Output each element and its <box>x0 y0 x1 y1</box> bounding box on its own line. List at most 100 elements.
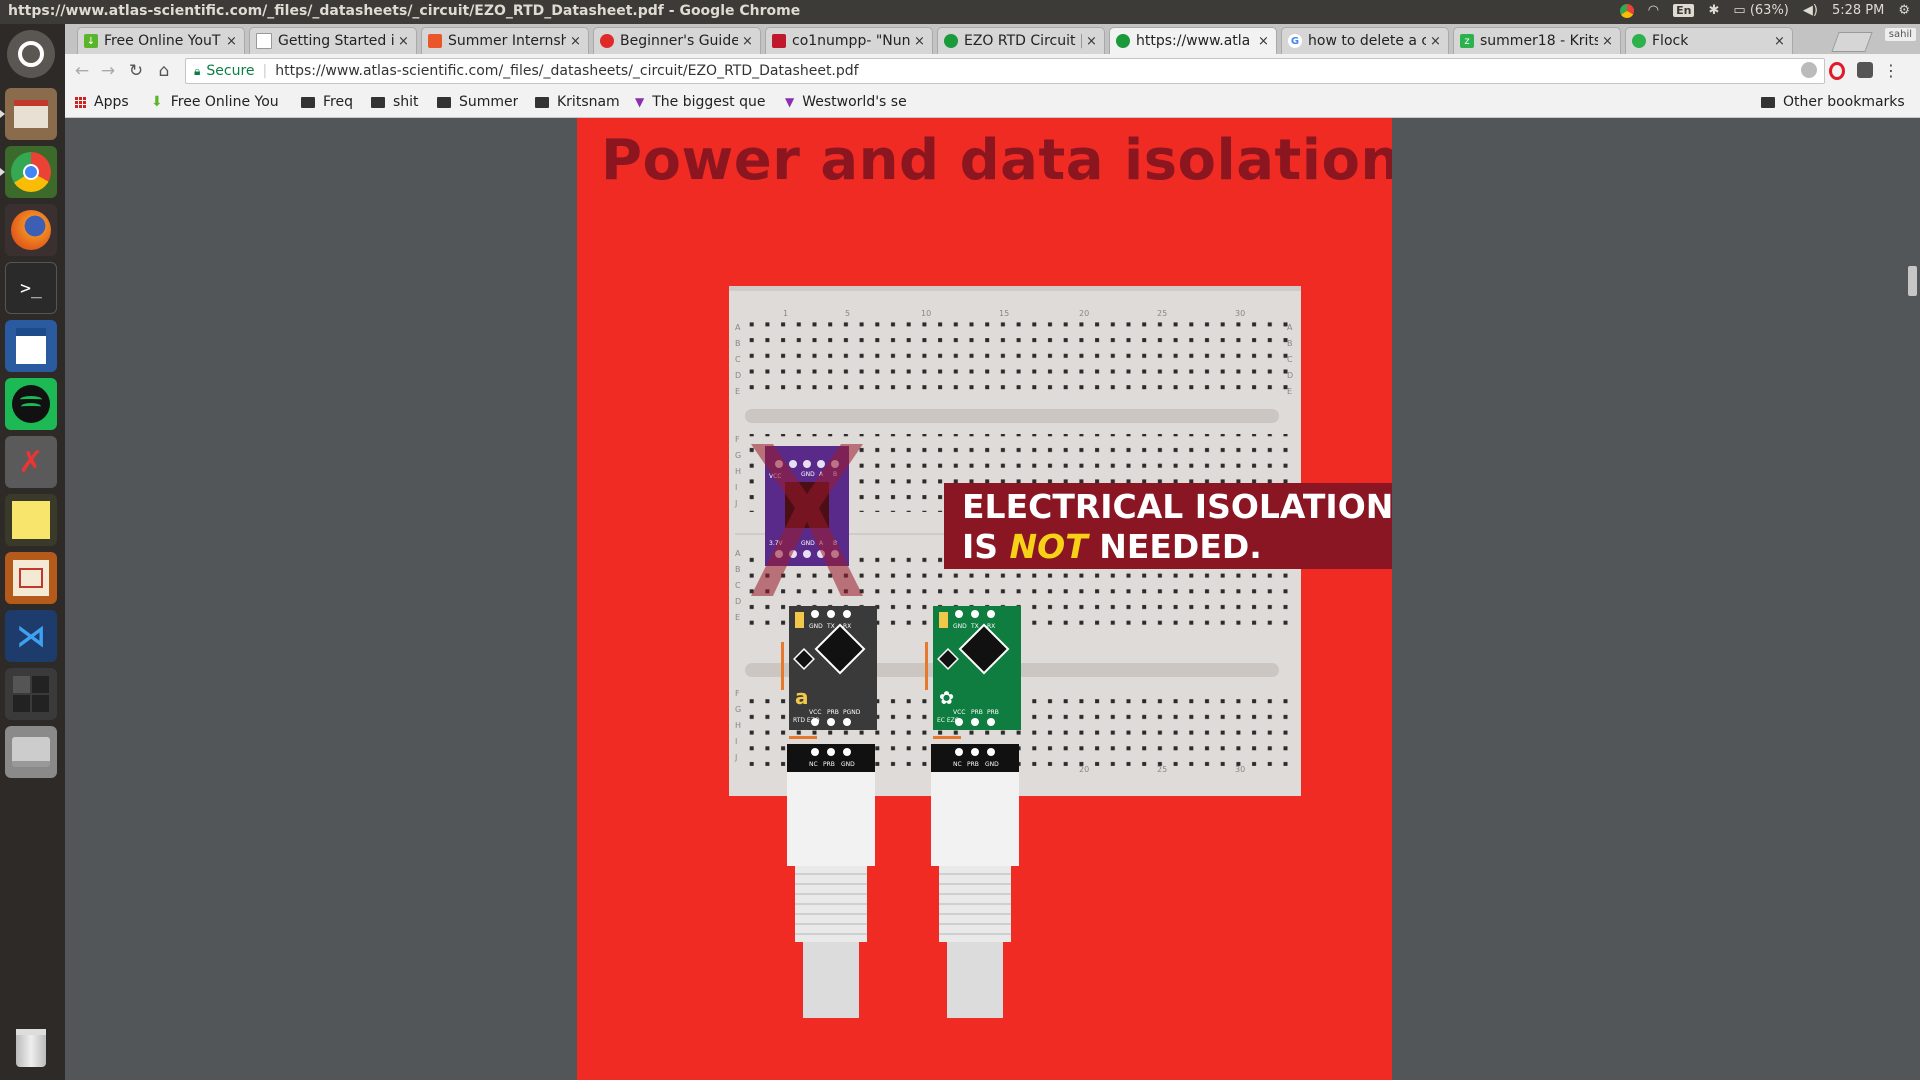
col-label: 25 <box>1157 309 1167 318</box>
tab-datasheet-pdf[interactable]: https://www.atla × <box>1109 27 1277 54</box>
bookmark-apps[interactable]: Apps <box>75 94 129 110</box>
keyboard-layout-indicator[interactable]: En <box>1673 4 1695 17</box>
tab-close-icon[interactable]: × <box>742 34 754 49</box>
launcher-firefox[interactable] <box>5 204 57 256</box>
pocket-extension-icon[interactable] <box>1857 62 1873 78</box>
bnc-pin-label: GND <box>985 761 999 768</box>
shield-extension-icon[interactable] <box>1801 62 1817 78</box>
scrollbar-thumb[interactable] <box>1908 266 1917 296</box>
vscode-icon: ⋊ <box>16 618 46 654</box>
row-label: I <box>735 737 737 746</box>
tab-ezo-rtd-circuit[interactable]: EZO RTD Circuit | × <box>937 27 1105 54</box>
clock[interactable]: 5:28 PM <box>1832 3 1884 18</box>
forward-arrow-icon[interactable]: → <box>97 60 119 82</box>
battery-indicator[interactable]: ▭ (63%) <box>1733 3 1788 18</box>
tab-title: Beginner's Guide <box>620 33 738 49</box>
tab-how-to-delete[interactable]: G how to delete a c × <box>1281 27 1449 54</box>
isolator-pin-label: GND <box>801 471 815 478</box>
ec-logo-icon: ✿ <box>939 688 954 709</box>
tab-summer-internship[interactable]: Summer Internsh × <box>421 27 589 54</box>
pdf-page: Power and data isolation 1 5 10 15 20 25… <box>577 118 1392 1080</box>
row-label: E <box>1287 387 1292 396</box>
bookmark-free-online-you[interactable]: ⬇ Free Online You <box>151 94 281 110</box>
settings-gear-icon[interactable]: ⚙ <box>1898 3 1910 18</box>
tab-close-icon[interactable]: × <box>570 34 582 49</box>
back-arrow-icon[interactable]: ← <box>71 60 93 82</box>
row-label: J <box>734 753 737 762</box>
pdf-viewer[interactable]: Power and data isolation 1 5 10 15 20 25… <box>65 118 1920 1080</box>
reload-icon[interactable]: ↻ <box>125 60 147 82</box>
launcher-terminal[interactable]: >_ <box>5 262 57 314</box>
launcher-sticky-notes[interactable] <box>5 494 57 546</box>
spotify-icon <box>12 385 50 423</box>
bookmark-westworld[interactable]: ▼ Westworld's se <box>785 94 935 110</box>
launcher-writer[interactable] <box>5 320 57 372</box>
bookmark-folder-kritsnam[interactable]: Kritsnam <box>535 94 620 110</box>
launcher-drive[interactable] <box>5 726 57 778</box>
bookmark-other-bookmarks[interactable]: Other bookmarks <box>1761 94 1905 110</box>
launcher-files[interactable] <box>0 88 57 140</box>
bookmark-label: Summer <box>459 94 519 110</box>
launcher-settings[interactable]: ✗ <box>5 436 57 488</box>
tab-title: Flock <box>1652 33 1689 49</box>
tab-beginners-guide[interactable]: Beginner's Guide × <box>593 27 761 54</box>
callout-needed: NEEDED. <box>1087 527 1262 566</box>
address-bar[interactable]: 🔒︎ Secure | https://www.atlas-scientific… <box>185 58 1825 84</box>
vertical-scrollbar[interactable] <box>1904 118 1920 1080</box>
col-label: 10 <box>921 309 931 318</box>
launcher-workspaces[interactable] <box>5 668 57 720</box>
chrome-indicator-icon[interactable] <box>1619 3 1634 18</box>
col-label: 30 <box>1235 309 1245 318</box>
tab-summer18-krits[interactable]: z summer18 - Krits × <box>1453 27 1621 54</box>
launcher-circuit-app[interactable] <box>5 552 57 604</box>
bookmark-label: Free Online You <box>170 94 279 110</box>
volume-icon[interactable]: ◀) <box>1803 3 1818 18</box>
bookmark-label: Kritsnam <box>557 94 620 110</box>
row-label: D <box>735 371 741 380</box>
row-label: E <box>735 613 740 622</box>
firefox-icon <box>11 210 51 250</box>
launcher-spotify[interactable] <box>5 378 57 430</box>
tab-getting-started[interactable]: Getting Started i × <box>249 27 417 54</box>
home-icon[interactable]: ⌂ <box>153 60 175 82</box>
lock-icon: 🔒︎ <box>194 63 201 78</box>
bluetooth-icon[interactable]: ✱ <box>1708 3 1719 18</box>
bookmark-folder-summer[interactable]: Summer <box>437 94 518 110</box>
bookmark-folder-freq[interactable]: Freq <box>301 94 353 110</box>
browser-chrome: ↓ Free Online YouT × Getting Started i ×… <box>65 24 1920 118</box>
profile-button[interactable]: sahil <box>1884 28 1916 41</box>
launcher-chrome[interactable] <box>0 146 57 198</box>
row-label: D <box>735 597 741 606</box>
bookmark-biggest-question[interactable]: ▼ The biggest que <box>635 94 775 110</box>
launcher-vscode[interactable]: ⋊ <box>5 610 57 662</box>
tab-free-online-youtube[interactable]: ↓ Free Online YouT × <box>77 27 245 54</box>
tab-close-icon[interactable]: × <box>1258 34 1270 49</box>
tab-close-icon[interactable]: × <box>1086 34 1098 49</box>
tab-close-icon[interactable]: × <box>1430 34 1442 49</box>
tab-flock[interactable]: Flock × <box>1625 27 1793 54</box>
pin-icon <box>600 34 614 48</box>
tab-close-icon[interactable]: × <box>1602 34 1614 49</box>
wifi-icon[interactable]: ◠ <box>1648 3 1659 18</box>
launcher-trash[interactable] <box>5 1022 57 1074</box>
dash-home-button[interactable] <box>7 30 55 78</box>
row-label: A <box>735 549 741 558</box>
breadboard-holes-top <box>743 322 1291 400</box>
folder-icon <box>301 96 315 108</box>
hard-drive-icon <box>12 737 50 767</box>
battery-percent: (63%) <box>1749 3 1789 18</box>
menu-dots-icon[interactable]: ⋮ <box>1883 61 1899 80</box>
col-label: 25 <box>1157 765 1167 774</box>
bookmark-folder-shit[interactable]: shit <box>371 94 419 110</box>
power-rail-top <box>745 409 1279 423</box>
tab-close-icon[interactable]: × <box>398 34 410 49</box>
opera-extension-icon[interactable] <box>1829 62 1845 80</box>
tab-close-icon[interactable]: × <box>226 34 238 49</box>
new-tab-button[interactable] <box>1831 32 1873 52</box>
tab-co1numpp[interactable]: co1numpp- "Nun × <box>765 27 933 54</box>
document-icon <box>16 328 46 364</box>
tab-close-icon[interactable]: × <box>1774 34 1786 49</box>
tab-close-icon[interactable]: × <box>914 34 926 49</box>
rtd-board-label: RTD EZO <box>793 717 820 724</box>
folder-icon <box>535 96 549 108</box>
